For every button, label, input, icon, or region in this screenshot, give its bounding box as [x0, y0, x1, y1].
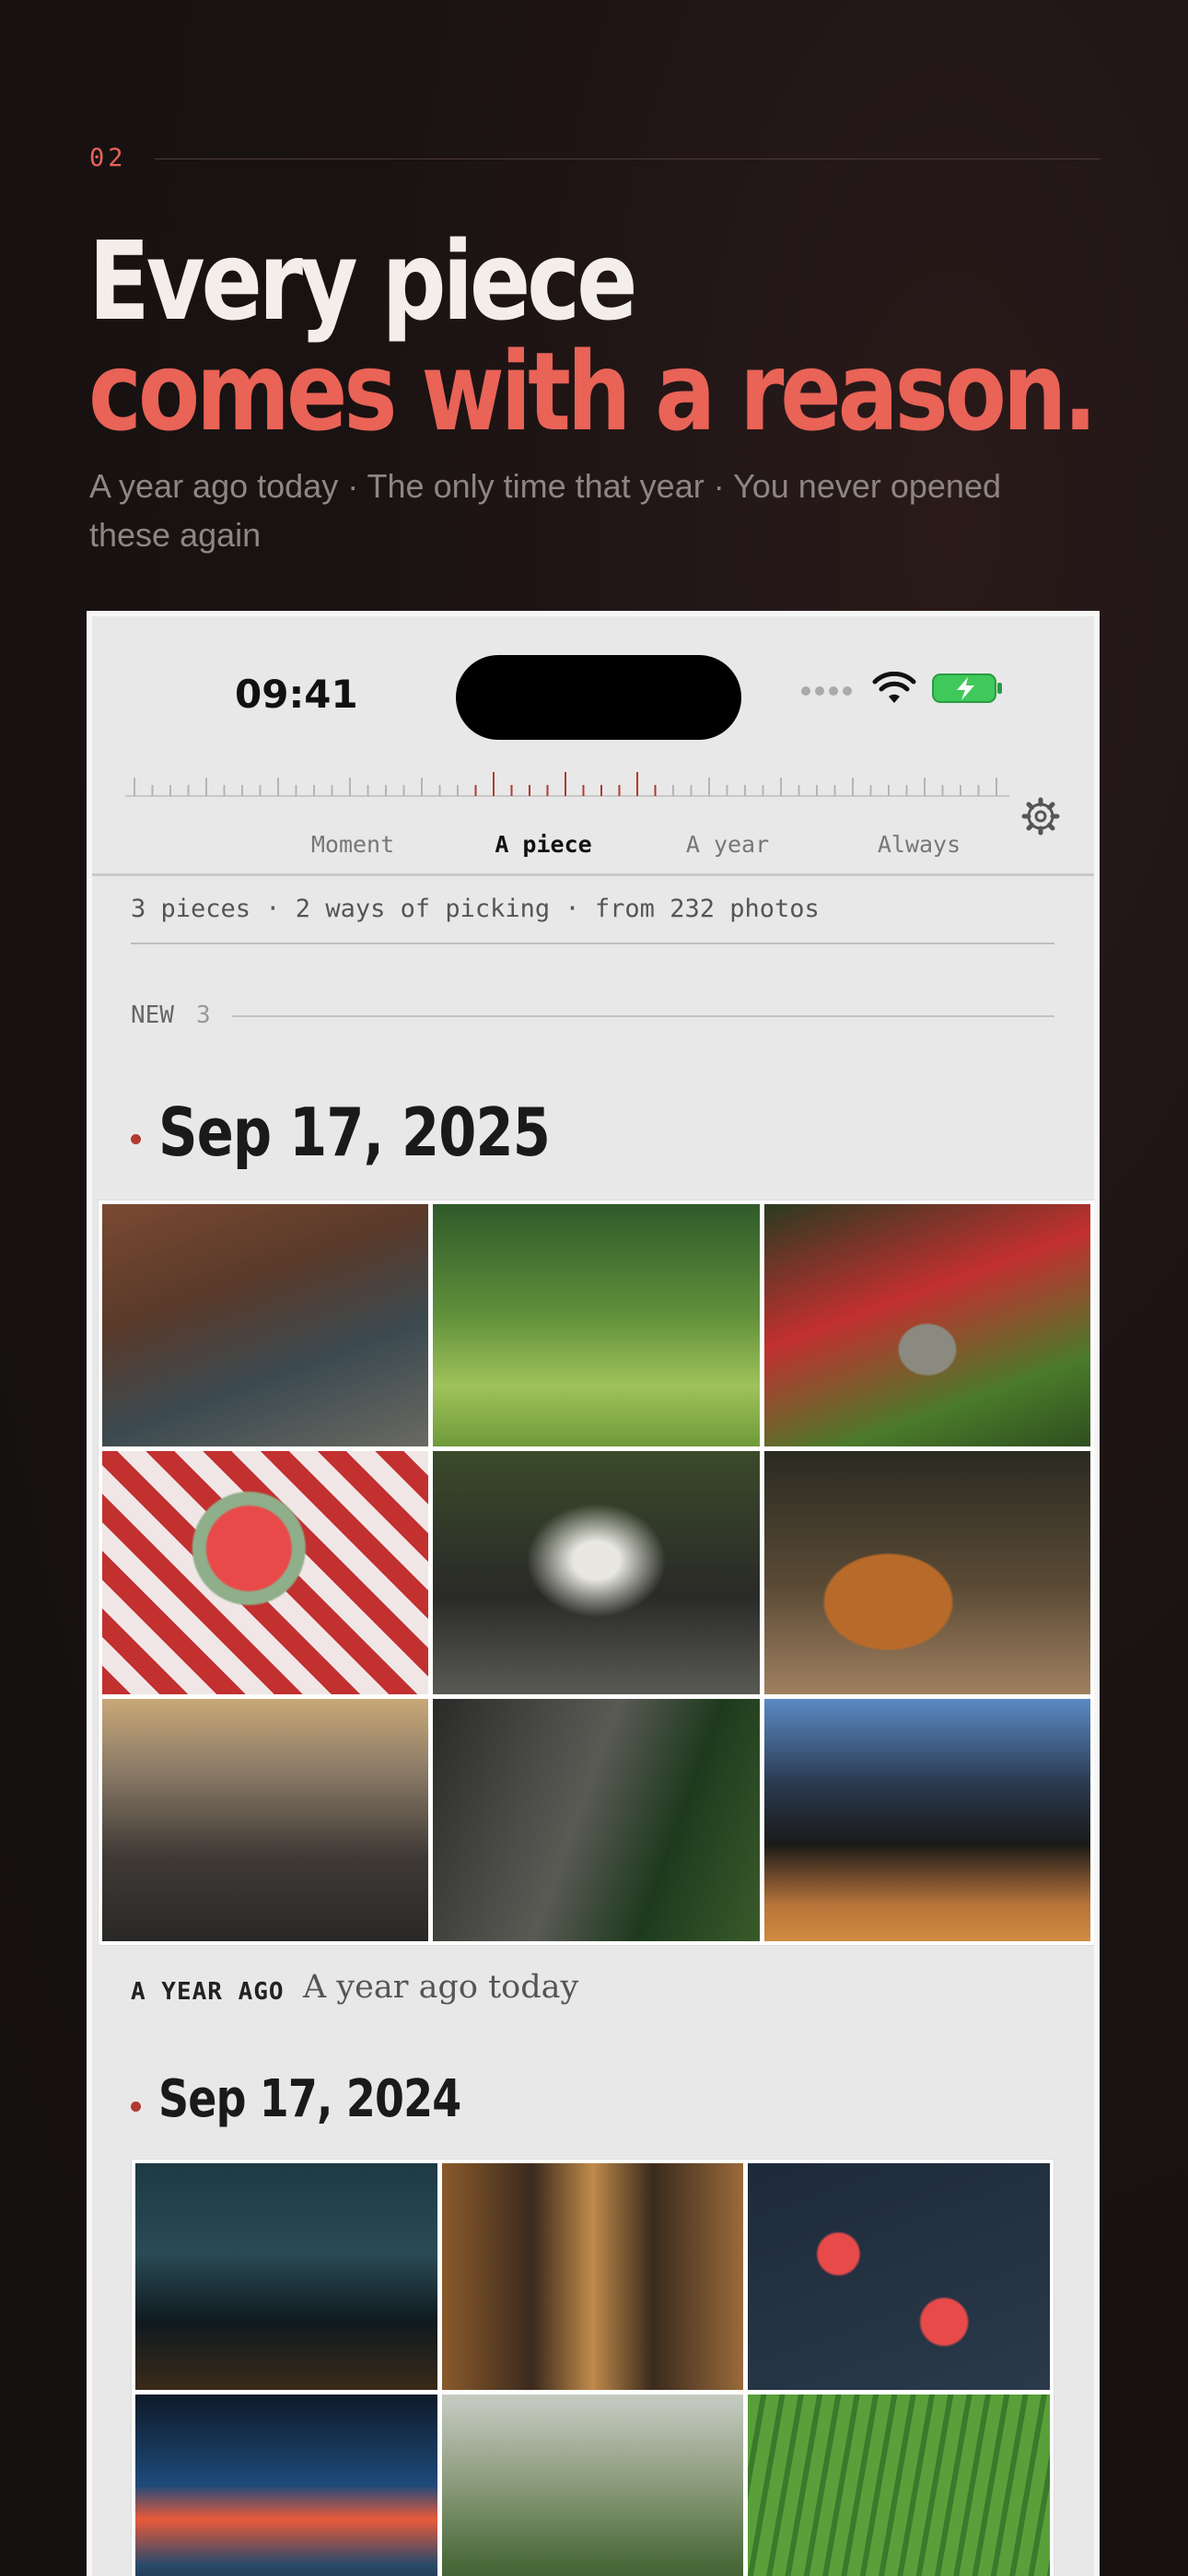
- tab-a-piece[interactable]: A piece: [451, 831, 635, 858]
- photo-grid: [131, 2159, 1054, 2576]
- group-date: Sep 17, 2024: [158, 2069, 461, 2129]
- canal-bicycle-photo[interactable]: [102, 1204, 429, 1447]
- sunlit-park-trees-photo[interactable]: [433, 1204, 760, 1447]
- section-number: 02: [89, 144, 127, 172]
- new-section-label: NEW: [131, 1001, 174, 1029]
- date-dot-icon: [131, 1134, 141, 1144]
- green-fields-photo[interactable]: [748, 2395, 1050, 2576]
- tab-a-year[interactable]: A year: [635, 831, 820, 858]
- watermelon-picnic-photo[interactable]: [102, 1451, 429, 1694]
- subtitle: A year ago today · The only time that ye…: [89, 467, 1001, 554]
- headline-line-1: Every piece: [88, 217, 637, 345]
- red-leaves-water-photo[interactable]: [748, 2163, 1050, 2390]
- moss-path-red-leaves-photo[interactable]: [763, 1204, 1090, 1447]
- wifi-icon: [872, 672, 916, 703]
- night-skyline-photo[interactable]: [135, 2163, 437, 2390]
- reason-tag: A YEAR AGO: [131, 1978, 285, 2006]
- reason-text: A year ago today: [303, 1969, 579, 2006]
- city-rooftops-photo[interactable]: [102, 1698, 429, 1941]
- status-time: 09:41: [235, 672, 358, 717]
- tabs-divider: [92, 873, 1094, 876]
- iced-tea-cafe-photo[interactable]: [763, 1451, 1090, 1694]
- new-section-divider: [232, 1015, 1054, 1017]
- phone-screen: 09:41 Moment A piece A year Always 3 pie…: [87, 611, 1100, 2576]
- group-date: Sep 17, 2025: [158, 1094, 551, 1171]
- headline-line-2: comes with a reason.: [88, 328, 1098, 455]
- summary-divider: [131, 943, 1054, 944]
- battery-charging-icon: [932, 673, 1002, 703]
- tab-moment[interactable]: Moment: [261, 831, 445, 858]
- tab-always[interactable]: Always: [827, 831, 1011, 858]
- new-section-count: 3: [196, 1001, 211, 1029]
- night-basketball-court-photo[interactable]: [763, 1698, 1090, 1941]
- section-divider: [155, 158, 1101, 159]
- neon-storefront-photo[interactable]: [135, 2395, 437, 2576]
- stone-lantern-garden-photo[interactable]: [441, 2395, 744, 2576]
- settings-gear-icon[interactable]: [1020, 796, 1061, 837]
- headline: Every piece comes with a reason.: [88, 217, 1098, 455]
- time-scale-ruler[interactable]: [125, 755, 1009, 801]
- photo-grid: [98, 1200, 1094, 1946]
- dynamic-island: [456, 655, 741, 740]
- date-dot-icon: [131, 2102, 141, 2112]
- parked-bicycles-photo[interactable]: [433, 1698, 760, 1941]
- summary-text: 3 pieces · 2 ways of picking · from 232 …: [131, 895, 820, 923]
- cellular-signal-icon: [801, 686, 852, 696]
- lantern-alley-photo[interactable]: [441, 2163, 744, 2390]
- fountain-photo[interactable]: [433, 1451, 760, 1694]
